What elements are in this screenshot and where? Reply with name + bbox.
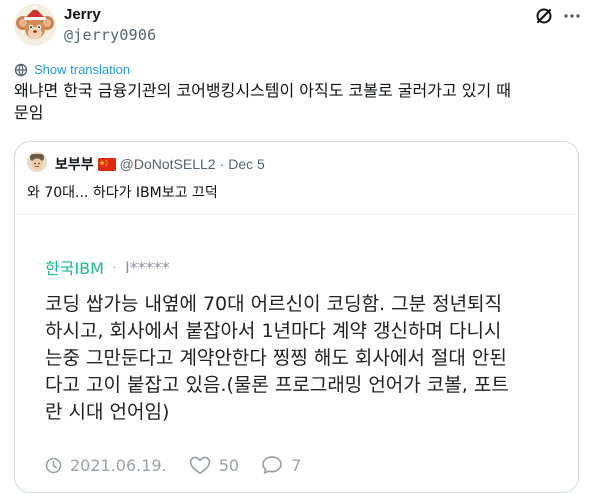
post-body-line: 란 시대 언어임) [45, 401, 170, 423]
mouse-avatar-icon [14, 4, 56, 46]
separator-dot: · [219, 156, 225, 172]
author-name[interactable]: Jerry [64, 6, 101, 23]
china-flag-icon [97, 157, 116, 171]
post-body-line: 는중 그만둔다고 계약안한다 찡찡 해도 회사에서 절대 안된 [45, 347, 507, 369]
quote-attached-image[interactable]: 한국IBM · I***** 코딩 쌉가능 내옆에 70대 어르신이 코딩함. … [15, 214, 578, 492]
tweet-text-line: 문임 [14, 103, 44, 122]
quote-date[interactable]: Dec 5 [228, 156, 265, 172]
post-date-item: 2021.06.19. [45, 456, 167, 475]
post-body-line: 하시고, 회사에서 붙잡아서 1년마다 계약 갱신하며 다니시 [45, 320, 502, 342]
show-translation-button[interactable]: Show translation [14, 62, 130, 77]
tweet-text-line: 왜냐면 한국 금융기관의 코어뱅킹시스템이 아직도 코볼로 굴러가고 있기 때 [14, 81, 512, 100]
post-comments-item: 7 [261, 455, 301, 475]
show-translation-label[interactable]: Show translation [34, 62, 130, 77]
more-options-icon[interactable] [562, 6, 582, 26]
tweet-text: 왜냐면 한국 금융기관의 코어뱅킹시스템이 아직도 코볼로 굴러가고 있기 때 … [14, 80, 582, 124]
post-comments: 7 [291, 455, 302, 475]
post-date: 2021.06.19. [70, 455, 167, 475]
author-handle[interactable]: @jerry0906 [64, 26, 156, 44]
globe-icon [14, 63, 28, 76]
post-body: 코딩 쌉가능 내옆에 70대 어르신이 코딩함. 그분 정년퇴직 하시고, 회사… [45, 291, 545, 426]
heart-icon [189, 456, 211, 475]
face-avatar-icon [27, 152, 47, 172]
quote-author-name[interactable]: 보부부 [55, 154, 94, 174]
quote-author-avatar[interactable] [27, 152, 47, 172]
comment-bubble-icon [262, 456, 282, 474]
author-avatar[interactable] [14, 4, 56, 46]
clock-icon [45, 457, 62, 473]
quote-author-handle[interactable]: @DoNotSELL2 [120, 156, 216, 172]
post-footer: 2021.06.19. 50 7 [45, 455, 323, 475]
post-company: 한국IBM [45, 259, 104, 278]
post-source: 한국IBM · I***** [45, 255, 170, 279]
quote-header: 보부부 @DoNotSELL2 · Dec 5 [55, 154, 265, 174]
post-separator: · [111, 257, 118, 277]
post-likes: 50 [218, 455, 240, 475]
post-likes-item: 50 [189, 456, 239, 475]
post-body-line: 코딩 쌉가능 내옆에 70대 어르신이 코딩함. 그분 정년퇴직 [45, 293, 503, 315]
grok-icon[interactable] [534, 6, 554, 26]
quote-tweet-card[interactable]: 보부부 @DoNotSELL2 · Dec 5 와 70대... 하다가 IBM… [14, 141, 579, 493]
post-body-line: 다고 고이 붙잡고 있음.(물론 프로그래밍 언어가 코볼, 포트 [45, 374, 509, 396]
quote-text: 와 70대... 하다가 IBM보고 끄덕 [27, 185, 218, 201]
post-user: I***** [125, 257, 170, 277]
